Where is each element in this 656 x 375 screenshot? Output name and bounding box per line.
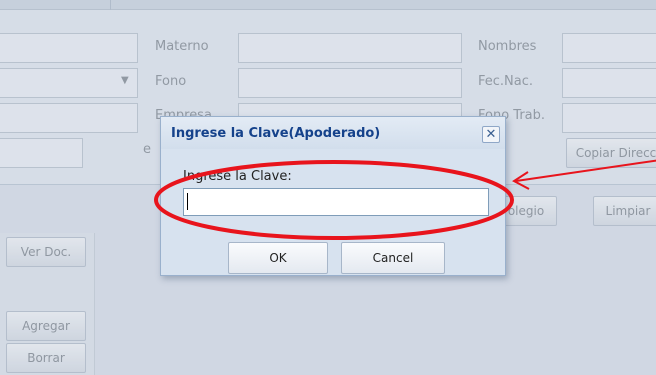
arrow-shaft <box>515 159 656 182</box>
red-annotation <box>154 159 656 240</box>
highlight-ellipse <box>154 160 514 240</box>
